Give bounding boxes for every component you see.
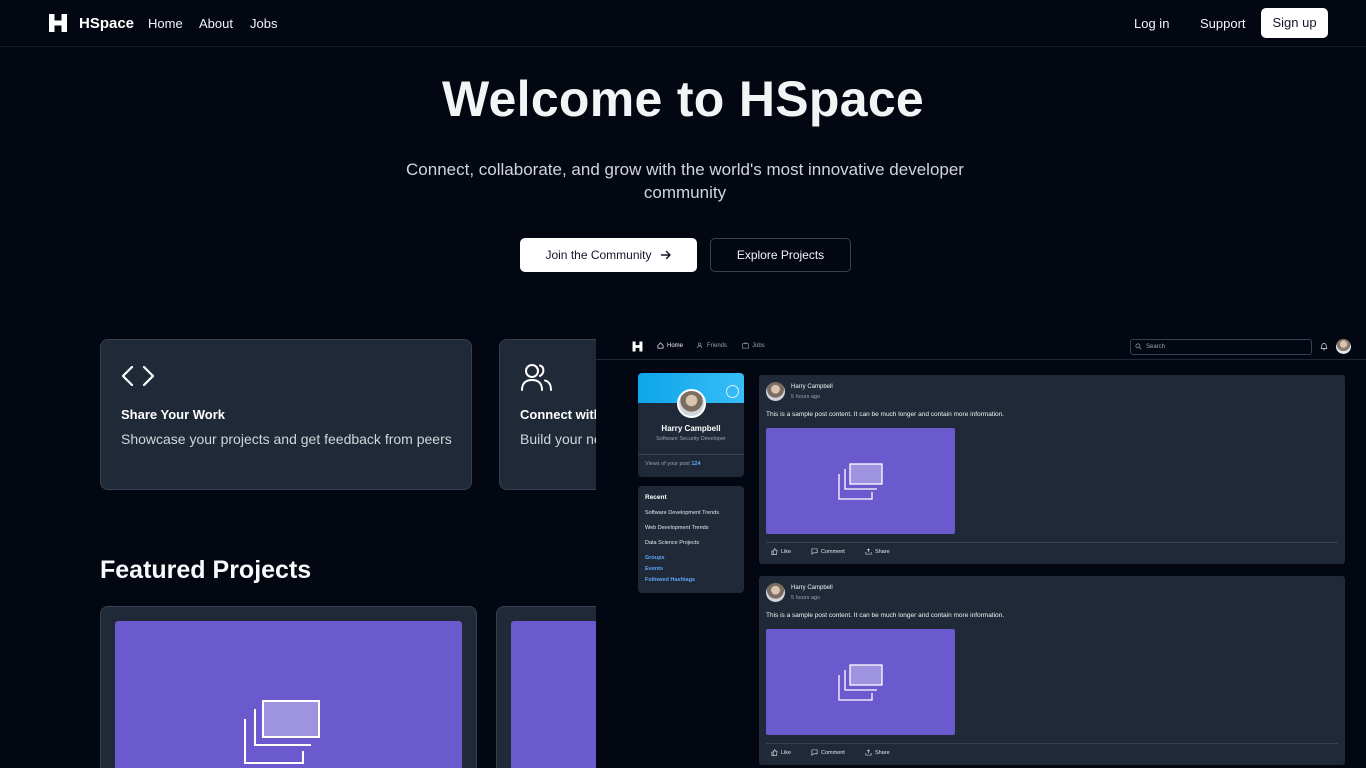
like-button[interactable]: Like (771, 548, 791, 555)
post-image-placeholder[interactable] (766, 428, 955, 534)
code-icon (121, 365, 155, 387)
briefcase-icon (742, 342, 749, 349)
nav-home-link[interactable]: Home (148, 16, 183, 31)
comment-label: Comment (821, 749, 845, 756)
cover-decoration (726, 385, 739, 398)
feature-card-share: Share Your Work Showcase your projects a… (100, 339, 472, 490)
featured-projects-heading: Featured Projects (100, 556, 312, 584)
events-link[interactable]: Events (645, 566, 663, 572)
post-author-avatar[interactable] (766, 583, 785, 602)
preview-search-placeholder: Search (1146, 344, 1166, 350)
post-text: This is a sample post content. It can be… (766, 612, 1005, 619)
preview-nav-home-label: Home (667, 342, 684, 349)
login-link[interactable]: Log in (1134, 16, 1169, 31)
post-author-avatar[interactable] (766, 382, 785, 401)
feature-description: Build your ne (520, 431, 602, 447)
profile-avatar[interactable] (677, 389, 706, 418)
divider (766, 743, 1338, 744)
explore-projects-button[interactable]: Explore Projects (710, 238, 851, 272)
share-label: Share (875, 749, 890, 756)
image-gallery-icon (838, 664, 883, 701)
post-card: Harry Campbell 5 hours ago This is a sam… (759, 375, 1345, 564)
hspace-logo-icon[interactable] (48, 13, 68, 33)
profile-card: Harry Campbell Software Security Develop… (638, 373, 744, 477)
feature-title: Share Your Work (121, 407, 226, 422)
preview-nav-home[interactable]: Home (657, 342, 683, 349)
recent-title: Recent (645, 494, 667, 501)
arrow-right-icon (660, 250, 671, 260)
comment-label: Comment (821, 548, 845, 555)
thumbs-up-icon (771, 548, 778, 555)
users-icon (697, 342, 703, 349)
preview-navbar: Home Friends Jobs Search (596, 333, 1366, 360)
divider (638, 454, 744, 455)
preview-nav-friends[interactable]: Friends (697, 342, 727, 349)
share-icon (865, 548, 872, 555)
image-gallery-icon (244, 700, 320, 764)
post-author[interactable]: Harry Campbell (791, 384, 833, 390)
project-card[interactable] (100, 606, 477, 768)
comment-button[interactable]: Comment (811, 749, 845, 756)
post-text: This is a sample post content. It can be… (766, 411, 1005, 418)
users-icon (521, 364, 552, 391)
preview-nav-jobs[interactable]: Jobs (742, 342, 765, 349)
post-image-placeholder[interactable] (766, 629, 955, 735)
recent-item[interactable]: Data Science Projects (645, 540, 699, 546)
feature-title: Connect with (520, 407, 602, 422)
image-gallery-icon (838, 463, 883, 500)
like-label: Like (781, 548, 792, 555)
profile-name[interactable]: Harry Campbell (638, 424, 744, 433)
groups-link[interactable]: Groups (645, 555, 665, 561)
comment-button[interactable]: Comment (811, 548, 845, 555)
profile-views[interactable]: Views of your post 124 (645, 461, 701, 467)
home-icon (657, 342, 664, 349)
share-button[interactable]: Share (865, 548, 890, 555)
share-button[interactable]: Share (865, 749, 890, 756)
join-community-button[interactable]: Join the Community (520, 238, 697, 272)
divider (766, 542, 1338, 543)
bell-icon[interactable] (1320, 342, 1328, 351)
preview-search-input[interactable]: Search (1130, 339, 1312, 355)
brand-name[interactable]: HSpace (79, 15, 134, 32)
like-label: Like (781, 749, 792, 756)
recent-item[interactable]: Software Development Trends (645, 510, 719, 516)
thumbs-up-icon (771, 749, 778, 756)
comment-icon (811, 548, 818, 555)
post-card: Harry Campbell 5 hours ago This is a sam… (759, 576, 1345, 765)
share-label: Share (875, 548, 890, 555)
profile-role: Software Security Developer (656, 436, 726, 442)
project-image-placeholder (115, 621, 462, 768)
comment-icon (811, 749, 818, 756)
preview-nav-friends-label: Friends (707, 342, 728, 349)
preview-nav-jobs-label: Jobs (752, 342, 765, 349)
post-author[interactable]: Harry Campbell (791, 585, 833, 591)
views-count: 124 (691, 461, 701, 467)
search-icon (1135, 343, 1142, 350)
support-link[interactable]: Support (1200, 16, 1246, 31)
followed-hashtags-link[interactable]: Followed Hashtags (645, 577, 695, 583)
join-community-label: Join the Community (545, 248, 652, 262)
recent-item[interactable]: Web Development Trends (645, 525, 709, 531)
recent-card: Recent Software Development Trends Web D… (638, 486, 744, 593)
like-button[interactable]: Like (771, 749, 791, 756)
top-navbar: HSpace Home About Jobs Log in Support Si… (0, 0, 1366, 47)
views-label: Views of your post (645, 461, 690, 467)
post-time: 5 hours ago (791, 595, 821, 601)
nav-jobs-link[interactable]: Jobs (250, 16, 277, 31)
share-icon (865, 749, 872, 756)
hspace-logo-icon[interactable] (632, 341, 643, 352)
nav-about-link[interactable]: About (199, 16, 233, 31)
feature-description: Showcase your projects and get feedback … (121, 431, 452, 447)
hero-title: Welcome to HSpace (441, 71, 925, 127)
user-avatar[interactable] (1336, 339, 1351, 354)
post-time: 5 hours ago (791, 394, 821, 400)
app-preview-screenshot: Home Friends Jobs Search Harry Campbell … (596, 333, 1366, 768)
hero-subtitle: Connect, collaborate, and grow with the … (406, 160, 964, 202)
signup-button[interactable]: Sign up (1261, 8, 1328, 38)
